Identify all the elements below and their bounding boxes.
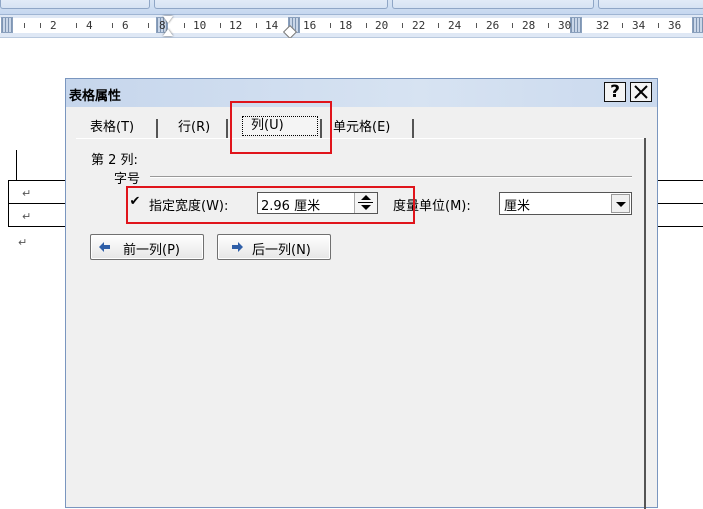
ruler-number: 34 — [632, 19, 646, 32]
document-top-gap — [0, 38, 703, 58]
ruler-number: 4 — [86, 19, 93, 32]
ruler-number: 36 — [668, 19, 682, 32]
ruler-number: 10 — [193, 19, 207, 32]
hanging-indent-marker[interactable] — [163, 29, 173, 36]
ruler-number: 2 — [50, 19, 57, 32]
tab-cell[interactable]: 单元格(E) — [329, 117, 394, 139]
ruler-tick — [40, 23, 41, 28]
table-border — [658, 226, 703, 227]
ruler-tick — [438, 23, 439, 28]
column-heading: 第 2 列: — [91, 153, 138, 168]
ruler-number: 28 — [522, 19, 536, 32]
group-divider — [150, 176, 632, 177]
ruler-tick — [658, 23, 659, 28]
ribbon-button[interactable] — [154, 0, 388, 9]
close-icon — [634, 85, 648, 99]
paragraph-mark: ↵ — [22, 210, 32, 223]
ruler-number: 14 — [265, 19, 279, 32]
ruler-tick — [220, 23, 221, 28]
dropdown-button[interactable] — [611, 194, 630, 213]
annotation-box — [230, 101, 332, 154]
ruler-tick — [366, 23, 367, 28]
ruler-tick — [256, 23, 257, 28]
ruler-column-marker[interactable] — [570, 17, 582, 33]
tab-row[interactable]: 行(R) — [174, 117, 214, 139]
ruler-tick — [76, 23, 77, 28]
table-border — [8, 180, 65, 181]
ruler-tick — [622, 23, 623, 28]
ruler-tick — [112, 23, 113, 28]
arrow-left-icon — [99, 242, 110, 252]
table-border — [8, 180, 9, 227]
table-properties-dialog: 表格属性 ? 表格(T) 行(R) 列(U) 单元格(E) 第 2 列: 字号 … — [65, 78, 658, 509]
ruler-number: 12 — [229, 19, 243, 32]
ribbon-strip — [0, 0, 703, 15]
ruler-number: 24 — [448, 19, 462, 32]
ruler-tick — [512, 23, 513, 28]
ruler-tick — [330, 23, 331, 28]
paragraph-mark: ↵ — [22, 187, 32, 200]
ruler-tick — [184, 23, 185, 28]
help-button[interactable]: ? — [604, 82, 626, 102]
annotation-box — [126, 186, 415, 224]
table-border — [16, 150, 17, 180]
first-line-indent-marker[interactable] — [163, 16, 173, 23]
ruler-number: 6 — [122, 19, 129, 32]
ruler-number: 22 — [412, 19, 426, 32]
ruler-column-marker[interactable] — [1, 17, 13, 33]
ruler-number: 26 — [486, 19, 500, 32]
table-border — [8, 203, 65, 204]
measure-unit-value: 厘米 — [504, 199, 531, 214]
previous-column-label: 前一列(P) — [123, 243, 180, 258]
tab-divider — [412, 119, 414, 138]
ribbon-button[interactable] — [598, 0, 703, 9]
next-column-label: 后一列(N) — [252, 243, 311, 258]
chevron-down-icon — [616, 202, 626, 207]
table-border — [658, 180, 703, 181]
ribbon-button[interactable] — [0, 0, 150, 9]
tab-panel-border — [76, 138, 646, 139]
ruler-number: 16 — [303, 19, 317, 32]
arrow-right-icon — [232, 242, 243, 252]
horizontal-ruler[interactable]: 2 4 6 8 10 12 14 16 18 20 22 24 26 28 30… — [0, 15, 703, 38]
ruler-tick — [148, 23, 149, 28]
table-border — [658, 203, 703, 204]
ruler-tick — [402, 23, 403, 28]
measure-unit-select[interactable]: 厘米 — [499, 192, 632, 215]
paragraph-mark: ↵ — [18, 236, 28, 249]
ruler-number: 30 — [558, 19, 572, 32]
dialog-title: 表格属性 — [69, 89, 122, 104]
ruler-tick — [24, 23, 25, 28]
next-column-button[interactable]: 后一列(N) — [217, 234, 331, 260]
tab-panel-border — [644, 138, 646, 509]
ruler-number: 18 — [339, 19, 353, 32]
ribbon-button[interactable] — [392, 0, 594, 9]
size-group-label: 字号 — [114, 172, 141, 187]
ruler-number: 20 — [375, 19, 389, 32]
tab-divider — [226, 119, 228, 138]
tab-table[interactable]: 表格(T) — [86, 117, 138, 139]
tab-divider — [156, 119, 158, 138]
ruler-tick — [476, 23, 477, 28]
ruler-column-marker[interactable] — [692, 17, 703, 33]
table-border — [8, 226, 65, 227]
ruler-number: 32 — [596, 19, 610, 32]
ruler-tick — [548, 23, 549, 28]
previous-column-button[interactable]: 前一列(P) — [90, 234, 204, 260]
dialog-titlebar[interactable]: 表格属性 ? — [66, 79, 657, 107]
close-button[interactable] — [630, 82, 652, 102]
